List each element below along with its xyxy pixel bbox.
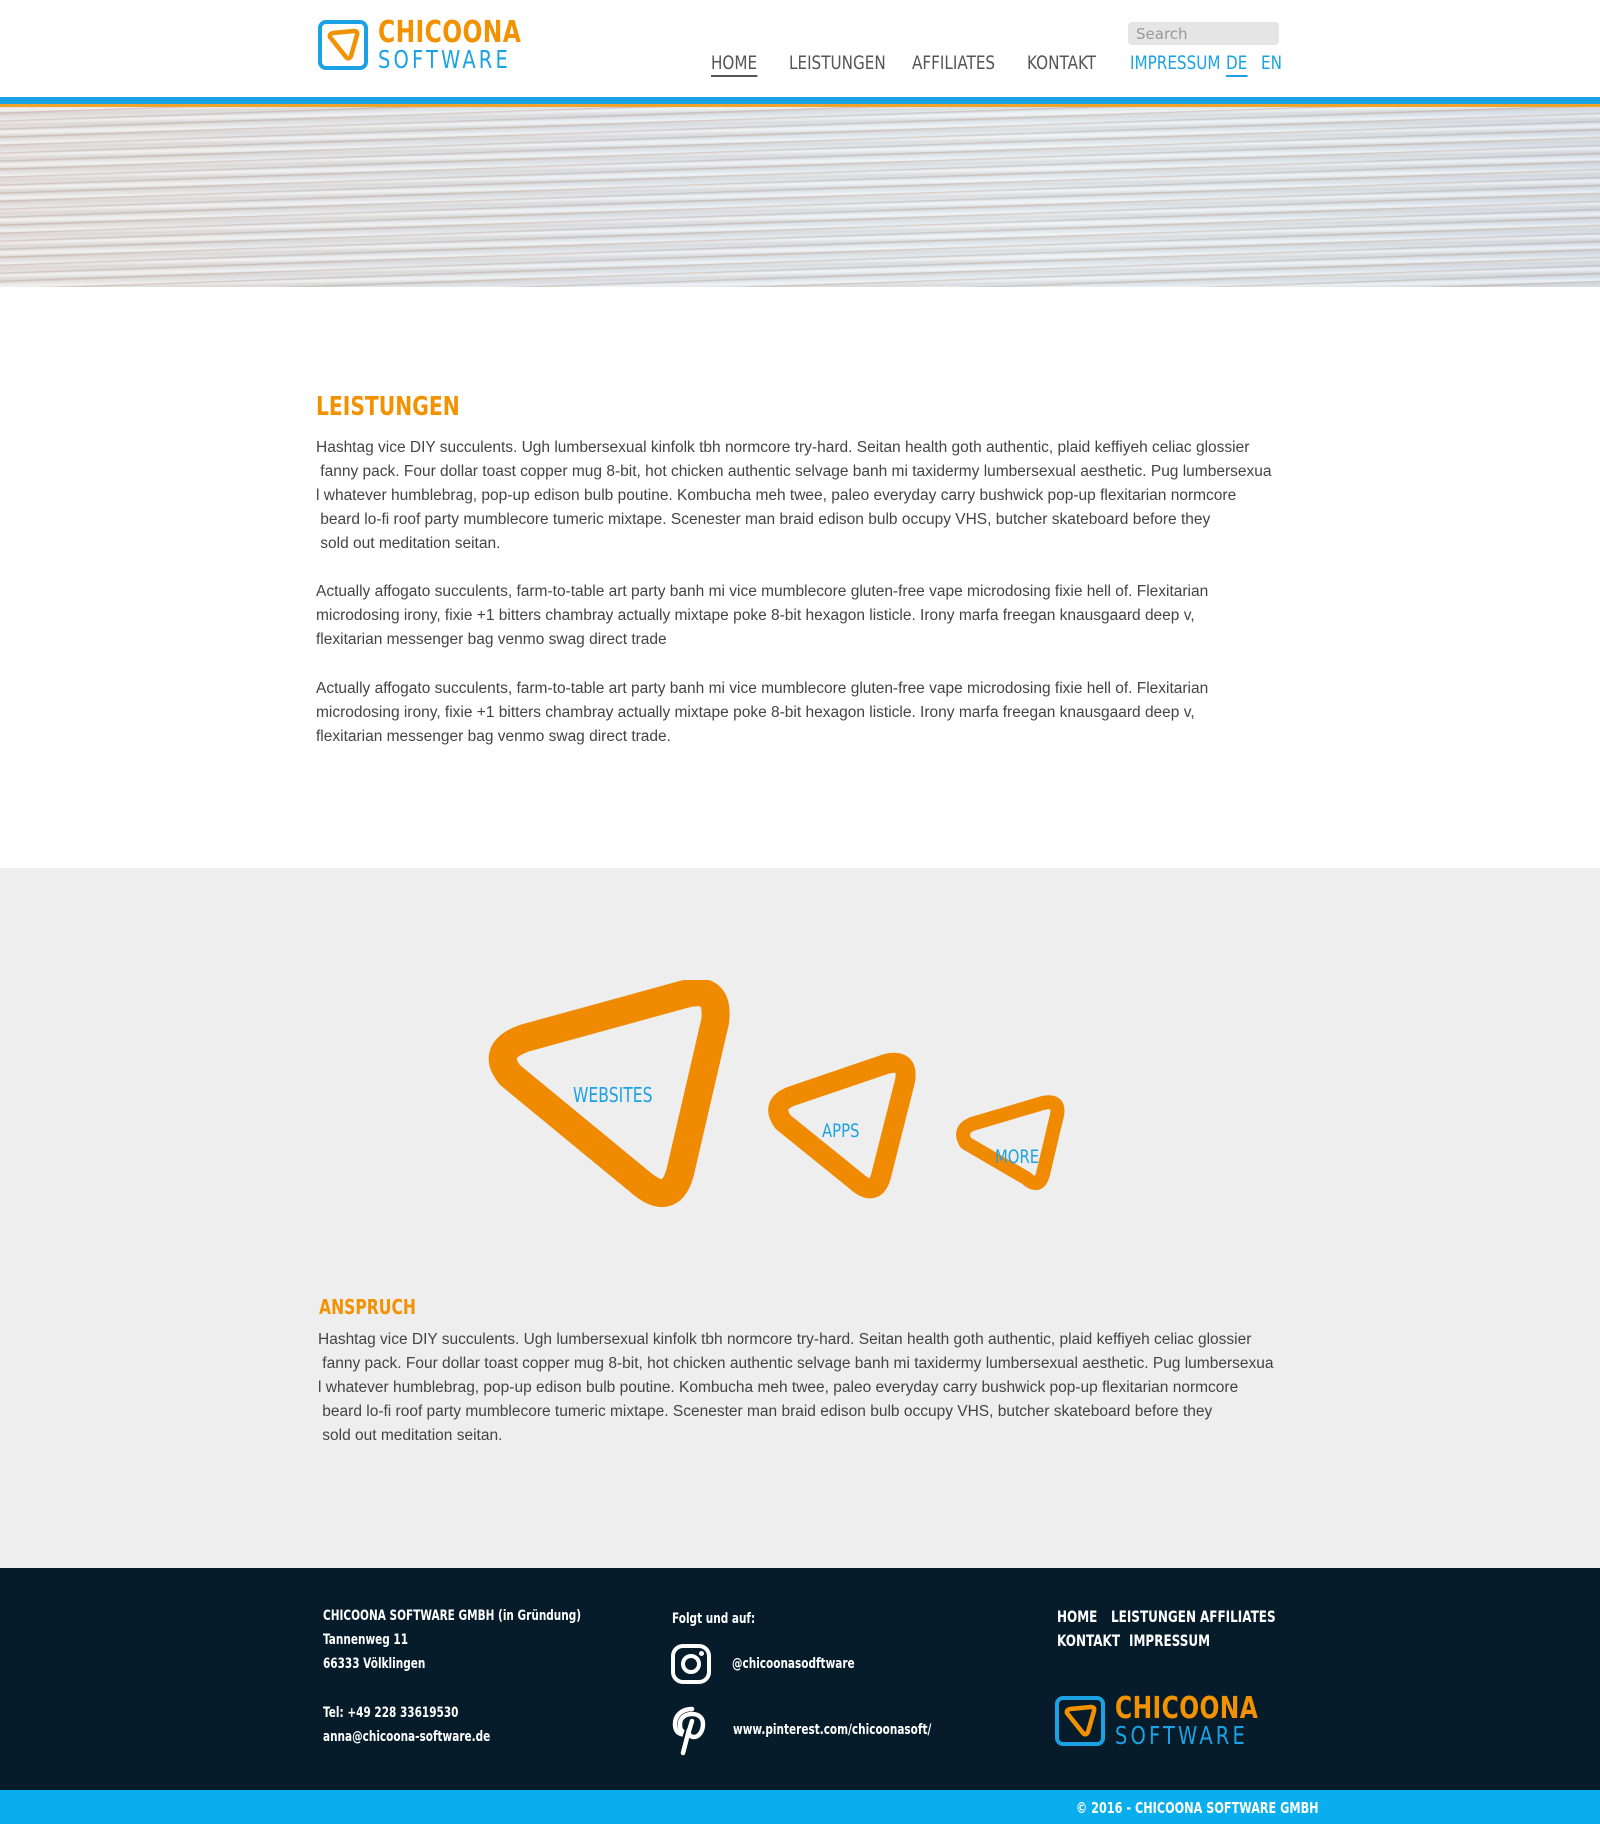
footer-nav-impressum[interactable]: IMPRESSUM bbox=[1129, 1631, 1210, 1650]
footer-follow-label: Folgt und auf: bbox=[672, 1611, 756, 1627]
hero-wood-banner bbox=[0, 107, 1600, 287]
logo-mark-icon bbox=[318, 20, 368, 70]
nav-affiliates[interactable]: AFFILIATES bbox=[912, 52, 995, 74]
brand-logo[interactable]: CHICOONA SOFTWARE bbox=[318, 18, 562, 72]
text-line: l whatever humblebrag, pop-up edison bul… bbox=[316, 487, 1237, 504]
header-stripe-blue bbox=[0, 97, 1600, 104]
text-line: Actually affogato succulents, farm-to-ta… bbox=[316, 583, 1209, 600]
lang-de[interactable]: DE bbox=[1226, 52, 1248, 77]
footer-nav-home[interactable]: HOME bbox=[1057, 1607, 1097, 1626]
footer-instagram-link[interactable]: @chicoonasodftware bbox=[732, 1656, 855, 1672]
text-line: flexitarian messenger bag venmo swag dir… bbox=[316, 728, 671, 745]
copyright-text: © 2016 - CHICOONA SOFTWARE GMBH bbox=[1076, 1799, 1319, 1817]
footer-email-link[interactable]: anna@chicoona-software.de bbox=[323, 1729, 490, 1745]
nav-impressum[interactable]: IMPRESSUM bbox=[1130, 52, 1220, 74]
nav-home[interactable]: HOME bbox=[711, 52, 758, 77]
nav-kontakt[interactable]: KONTAKT bbox=[1027, 52, 1096, 74]
service-more-link[interactable]: MORE bbox=[995, 1146, 1039, 1168]
footer-phone: Tel: +49 228 33619530 bbox=[323, 1705, 459, 1721]
footer-nav-kontakt[interactable]: KONTAKT bbox=[1057, 1631, 1120, 1650]
section-heading-anspruch: ANSPRUCH bbox=[319, 1295, 416, 1319]
footer-nav-affiliates[interactable]: AFFILIATES bbox=[1200, 1607, 1276, 1626]
more-triangle-icon bbox=[956, 1095, 1065, 1191]
footer-company: CHICOONA SOFTWARE GMBH (in Gründung) bbox=[323, 1608, 582, 1624]
logo-mark-icon bbox=[1055, 1696, 1105, 1746]
site-header: CHICOONA SOFTWARE HOME LEISTUNGEN AFFILI… bbox=[0, 0, 1600, 97]
section-heading-leistungen: LEISTUNGEN bbox=[316, 392, 460, 422]
text-line: Actually affogato succulents, farm-to-ta… bbox=[316, 680, 1209, 697]
pinterest-icon[interactable] bbox=[672, 1706, 710, 1756]
service-triangles bbox=[488, 980, 1065, 1207]
service-apps-link[interactable]: APPS bbox=[822, 1120, 859, 1142]
site-footer bbox=[0, 1568, 1600, 1790]
logo-name-top: CHICOONA bbox=[1115, 1691, 1259, 1726]
text-line: flexitarian messenger bag venmo swag dir… bbox=[316, 631, 667, 648]
text-line: sold out meditation seitan. bbox=[316, 535, 501, 552]
text-line: Hashtag vice DIY succulents. Ugh lumbers… bbox=[316, 439, 1250, 456]
text-line: sold out meditation seitan. bbox=[318, 1427, 503, 1444]
text-line: fanny pack. Four dollar toast copper mug… bbox=[316, 463, 1272, 480]
footer-brand-logo[interactable]: CHICOONA SOFTWARE bbox=[1055, 1694, 1299, 1748]
text-line: microdosing irony, fixie +1 bitters cham… bbox=[316, 607, 1195, 624]
instagram-icon[interactable] bbox=[670, 1643, 712, 1685]
copyright-bar bbox=[0, 1790, 1600, 1824]
search-input[interactable] bbox=[1128, 22, 1279, 45]
text-line: Hashtag vice DIY succulents. Ugh lumbers… bbox=[318, 1331, 1252, 1348]
text-line: l whatever humblebrag, pop-up edison bul… bbox=[318, 1379, 1239, 1396]
footer-nav-leistungen[interactable]: LEISTUNGEN bbox=[1111, 1607, 1196, 1626]
footer-pinterest-link[interactable]: www.pinterest.com/chicoonasoft/ bbox=[733, 1722, 931, 1738]
text-line: beard lo-fi roof party mumblecore tumeri… bbox=[318, 1403, 1213, 1420]
text-line: beard lo-fi roof party mumblecore tumeri… bbox=[316, 511, 1211, 528]
text-line: microdosing irony, fixie +1 bitters cham… bbox=[316, 704, 1195, 721]
logo-name-bottom: SOFTWARE bbox=[1115, 1721, 1248, 1750]
footer-street: Tannenweg 11 bbox=[323, 1632, 409, 1648]
logo-name-bottom: SOFTWARE bbox=[378, 45, 511, 74]
footer-city: 66333 Völklingen bbox=[323, 1656, 426, 1672]
logo-name-top: CHICOONA bbox=[378, 15, 522, 50]
lang-en[interactable]: EN bbox=[1261, 52, 1282, 74]
text-line: fanny pack. Four dollar toast copper mug… bbox=[318, 1355, 1274, 1372]
service-websites-link[interactable]: WEBSITES bbox=[573, 1083, 653, 1107]
nav-leistungen[interactable]: LEISTUNGEN bbox=[789, 52, 886, 74]
